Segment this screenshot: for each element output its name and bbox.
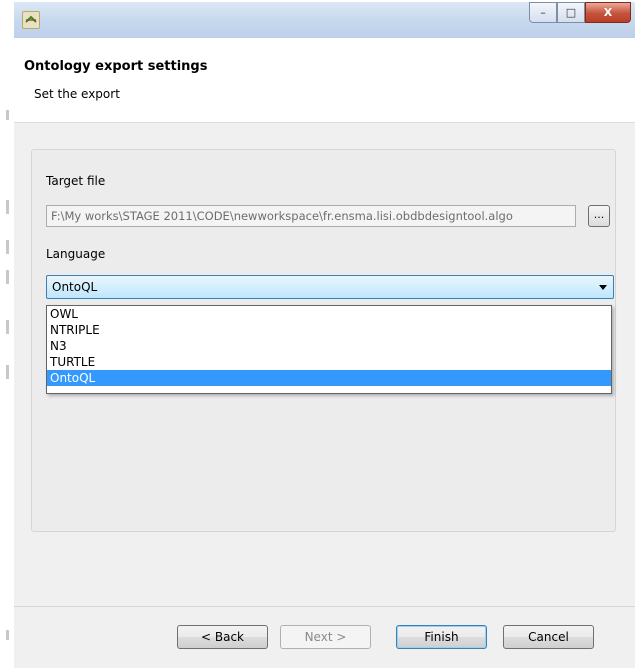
dropdown-option-n3[interactable]: N3 [47,338,611,354]
footer-divider [14,606,635,607]
window-controls: – □ X [529,2,631,24]
language-label: Language [46,247,106,261]
language-dropdown-list[interactable]: OWL NTRIPLE N3 TURTLE OntoQL [46,305,612,394]
background-strip [0,0,14,668]
language-select[interactable]: OntoQL [46,275,614,299]
dropdown-option-ontoql[interactable]: OntoQL [47,370,611,386]
maximize-button[interactable]: □ [557,2,585,23]
dropdown-option-ntriple[interactable]: NTRIPLE [47,322,611,338]
page-description: Set the export [34,87,120,101]
page: – □ X Ontology export settings Set the e… [0,0,635,668]
eclipse-app-icon [22,11,40,29]
dropdown-option-turtle[interactable]: TURTLE [47,354,611,370]
dialog-header: Ontology export settings Set the export [14,38,635,123]
target-file-field[interactable]: F:\My works\STAGE 2011\CODE\newworkspace… [46,205,576,227]
finish-button[interactable]: Finish [396,625,487,649]
page-title: Ontology export settings [24,59,208,74]
browse-button[interactable]: ... [588,205,610,227]
close-button[interactable]: X [585,2,631,23]
back-button[interactable]: < Back [177,625,268,649]
dropdown-option-owl[interactable]: OWL [47,306,611,322]
title-bar[interactable]: – □ X [14,2,635,39]
target-file-label: Target file [46,174,106,188]
chevron-down-icon[interactable] [599,285,607,290]
language-select-value: OntoQL [52,280,98,294]
next-button[interactable]: Next > [280,625,371,649]
minimize-button[interactable]: – [529,2,557,23]
cancel-button[interactable]: Cancel [503,625,594,649]
